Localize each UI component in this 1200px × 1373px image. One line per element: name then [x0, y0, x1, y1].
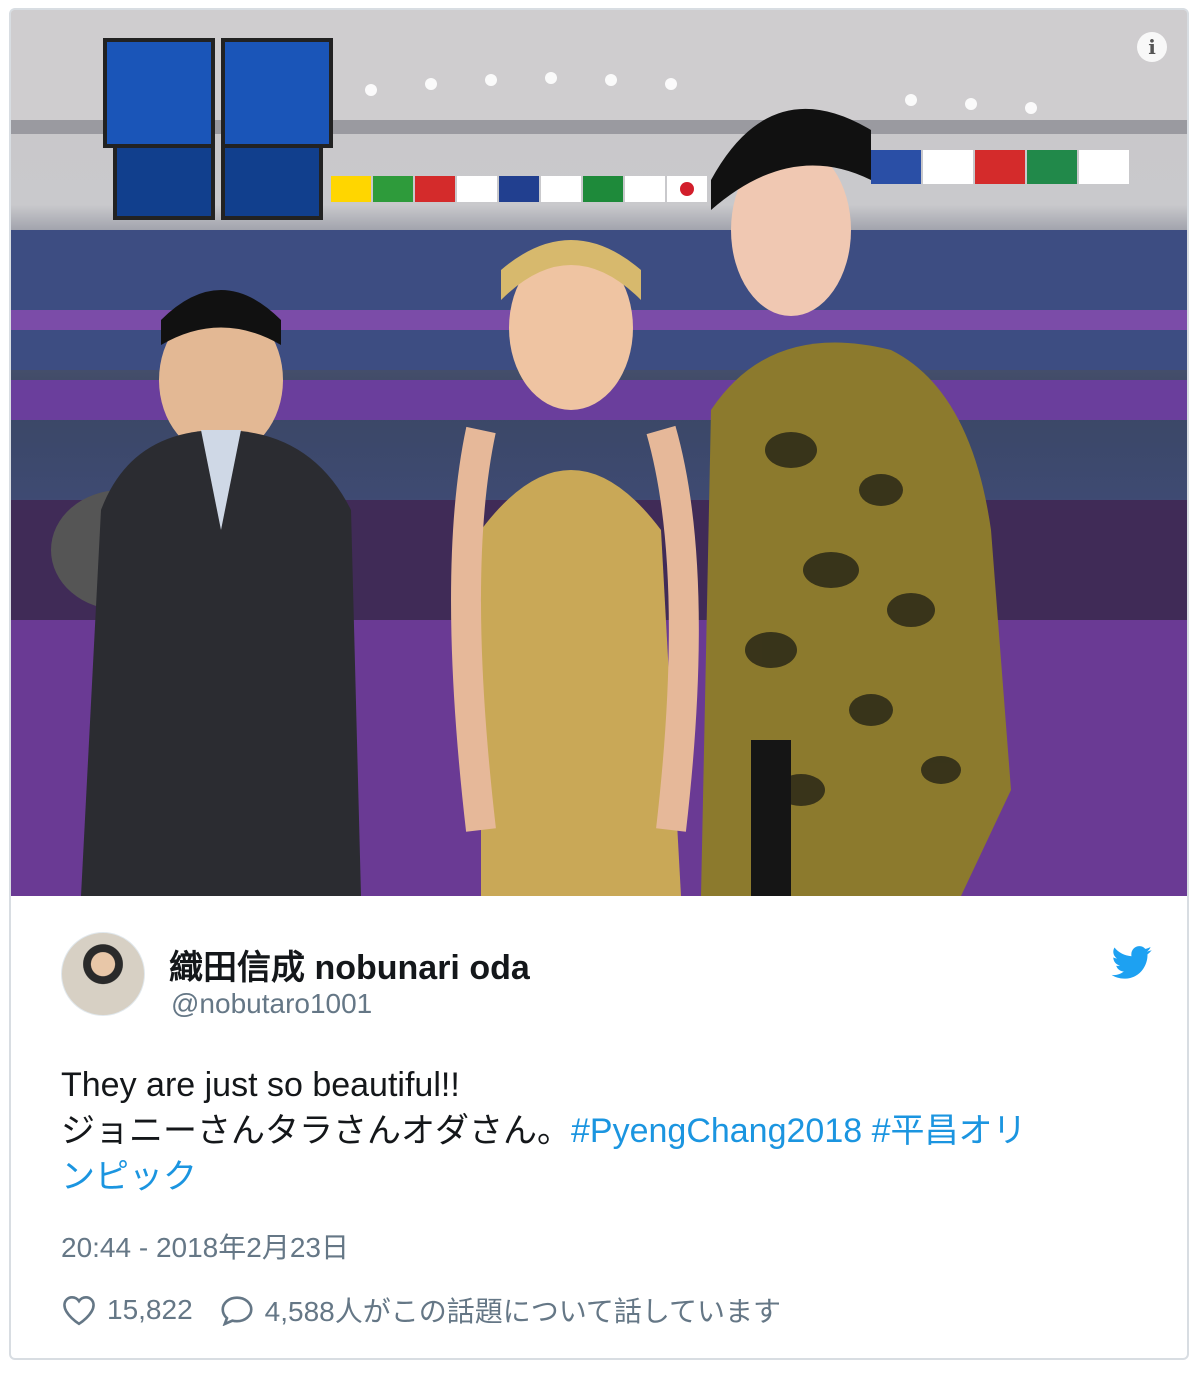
author-handle[interactable]: @nobutaro1001 [171, 988, 372, 1020]
hashtag-link-pyeongchang-olympic-part1[interactable]: #平昌オリ [872, 1112, 1027, 1150]
tweet-text-line-1: They are just so beautiful!! [61, 1066, 460, 1104]
hashtag-link-pyeongchang-olympic-part2[interactable]: ンピック [61, 1154, 1141, 1200]
conversation-link[interactable]: 4,588人がこの話題について話しています [265, 1290, 781, 1330]
tweet-text-plain: ジョニーさんタラさんオダさん。 [61, 1112, 571, 1150]
photo-illustration [11, 10, 1187, 896]
avatar[interactable] [61, 932, 145, 1016]
tweet-actions: 15,822 4,588人がこの話題について話しています [61, 1290, 781, 1330]
tweet-photo[interactable]: i [11, 10, 1187, 896]
twitter-bird-icon[interactable] [1111, 946, 1153, 980]
embedded-tweet-card: i 織田信成 nobunari oda @nobutaro1001 They a… [9, 8, 1189, 1360]
tweet-text: They are just so beautiful!! ジョニーさんタラさんオ… [61, 1062, 1141, 1200]
info-icon[interactable]: i [1137, 32, 1167, 62]
author-name[interactable]: 織田信成 nobunari oda [169, 940, 530, 989]
tweet-text-line-2: ジョニーさんタラさんオダさん。#PyengChang2018 #平昌オリ [61, 1108, 1141, 1154]
speech-bubble-icon[interactable] [219, 1294, 255, 1326]
tweet-timestamp[interactable]: 20:44 - 2018年2月23日 [61, 1226, 349, 1266]
like-count[interactable]: 15,822 [107, 1294, 193, 1326]
hashtag-link-pyengchang2018[interactable]: #PyengChang2018 [571, 1112, 862, 1150]
heart-icon[interactable] [61, 1294, 97, 1326]
